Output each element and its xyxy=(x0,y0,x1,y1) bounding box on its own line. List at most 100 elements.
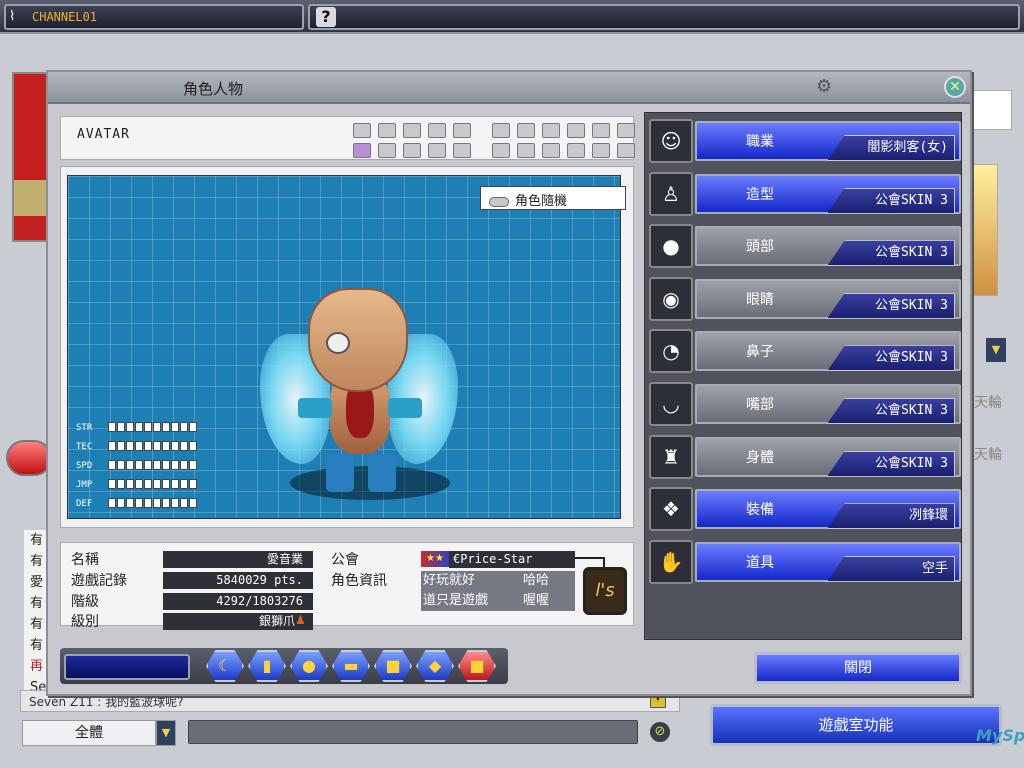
card-icon[interactable]: ▮ xyxy=(248,650,286,682)
avatar-slot[interactable] xyxy=(492,143,510,158)
appearance-item[interactable]: ◡ 嘴部 公會SKIN 3 xyxy=(649,382,961,430)
chat-icon[interactable]: ● xyxy=(290,650,328,682)
avatar-slot[interactable] xyxy=(428,123,446,138)
appearance-value: 公會SKIN 3 xyxy=(827,450,955,477)
guild-info-label: 角色資訊 xyxy=(331,573,387,589)
box-icon[interactable]: ■ xyxy=(374,650,412,682)
appearance-item[interactable]: ● 頭部 公會SKIN 3 xyxy=(649,224,961,272)
appearance-bar[interactable]: 鼻子 公會SKIN 3 xyxy=(695,331,961,372)
character-preview: 角色隨機 STR TEC SPD JMP DEF xyxy=(60,166,634,528)
rank-value: 銀獅爪 xyxy=(163,613,313,630)
nose-icon: ◔ xyxy=(649,329,693,374)
folder-icon[interactable]: ▬ xyxy=(332,650,370,682)
eyes-icon: ◉ xyxy=(649,276,693,321)
avatar-slot[interactable] xyxy=(617,123,635,138)
avatar-slot[interactable] xyxy=(542,143,560,158)
stat-pip xyxy=(144,479,152,489)
appearance-item[interactable]: ♜ 身體 公會SKIN 3 xyxy=(649,434,961,483)
stat-pip xyxy=(117,460,125,470)
appearance-bar[interactable]: 道具 空手 xyxy=(695,541,961,582)
avatar-label: AVATAR xyxy=(77,127,130,142)
appearance-bar[interactable]: 嘴部 公會SKIN 3 xyxy=(695,384,961,424)
toolbar-field[interactable] xyxy=(64,654,190,680)
head-icon: ● xyxy=(649,224,693,269)
avatar-slot[interactable] xyxy=(353,123,371,138)
stat-pip xyxy=(189,498,197,508)
avatar-slot[interactable] xyxy=(378,143,396,158)
stat-pip xyxy=(171,479,179,489)
avatar-slot[interactable] xyxy=(542,123,560,138)
wheel-label: 天輪 xyxy=(974,395,1002,411)
appearance-bar[interactable]: 職業 闇影刺客(女) xyxy=(695,121,961,161)
avatar-slot[interactable] xyxy=(517,123,535,138)
avatar-slot[interactable] xyxy=(492,123,510,138)
preview-grid: 角色隨機 STR TEC SPD JMP DEF xyxy=(67,175,626,519)
appearance-item[interactable]: ☺ 職業 闇影刺客(女) xyxy=(649,119,961,167)
appearance-bar[interactable]: 裝備 冽鋒環 xyxy=(695,489,961,530)
avatar-slot[interactable] xyxy=(517,143,535,158)
random-character-toggle[interactable]: 角色隨機 xyxy=(480,186,626,210)
avatar-slot[interactable] xyxy=(353,143,371,158)
guild-msg-2: 哈哈 xyxy=(523,573,550,588)
room-dropdown-icon[interactable]: ▼ xyxy=(986,338,1006,362)
chat-target-select[interactable]: 全體 xyxy=(22,720,156,746)
avatar-slot[interactable] xyxy=(403,143,421,158)
random-label: 角色隨機 xyxy=(515,194,568,209)
avatar-slot[interactable] xyxy=(378,123,396,138)
bag-icon[interactable]: ◆ xyxy=(416,650,454,682)
stat-pip xyxy=(189,460,197,470)
stat-pip xyxy=(135,422,143,432)
appearance-value: 冽鋒環 xyxy=(827,503,955,530)
character-dialog: 角色人物 ⚙ ✕ AVATAR 角色隨機 STR TEC SPD JMP DEF 名稱 xyxy=(46,70,972,696)
avatar-slot[interactable] xyxy=(428,143,446,158)
body-icon: ♜ xyxy=(649,434,693,479)
close-icon[interactable]: ✕ xyxy=(944,76,966,98)
appearance-bar[interactable]: 造型 公會SKIN 3 xyxy=(695,173,961,214)
appearance-item[interactable]: ◔ 鼻子 公會SKIN 3 xyxy=(649,329,961,377)
stat-label: TEC xyxy=(76,441,93,452)
appearance-value: 公會SKIN 3 xyxy=(827,398,955,424)
avatar-slot[interactable] xyxy=(403,123,421,138)
moon-icon[interactable]: ☾ xyxy=(206,650,244,682)
top-bar: ⌇ CHANNEL01 ? xyxy=(0,0,1024,34)
avatar-slot[interactable] xyxy=(617,143,635,158)
stat-pip xyxy=(126,498,134,508)
avatar-slot[interactable] xyxy=(592,143,610,158)
chat-input[interactable] xyxy=(188,720,638,744)
guild-msg-4: 喔喔 xyxy=(523,593,550,608)
send-button[interactable]: ⊘ xyxy=(648,720,672,744)
avatar-slot[interactable] xyxy=(567,123,585,138)
right-cuff xyxy=(388,398,422,418)
appearance-item[interactable]: ◉ 眼睛 公會SKIN 3 xyxy=(649,276,961,325)
appearance-item[interactable]: ✋ 道具 空手 xyxy=(649,539,961,588)
stat-pip xyxy=(153,498,161,508)
stat-pip xyxy=(126,460,134,470)
avatar-slot[interactable] xyxy=(567,143,585,158)
channel-indicator[interactable]: ⌇ CHANNEL01 xyxy=(4,4,304,30)
pulse-icon: ⌇ xyxy=(9,9,16,24)
flag-icon[interactable]: ■ xyxy=(458,650,496,682)
appearance-bar[interactable]: 頭部 公會SKIN 3 xyxy=(695,226,961,267)
close-button[interactable]: 關閉 xyxy=(754,652,962,684)
hand-icon: ✋ xyxy=(649,539,693,584)
appearance-label: 身體 xyxy=(746,449,774,466)
avatar-slot[interactable] xyxy=(592,123,610,138)
toggle-icon[interactable] xyxy=(489,196,509,207)
dialog-titlebar[interactable]: 角色人物 ⚙ ✕ xyxy=(48,72,970,104)
stat-pip xyxy=(117,422,125,432)
appearance-item[interactable]: ❖ 裝備 冽鋒環 xyxy=(649,487,961,535)
room-function-button[interactable]: 遊戲室功能 xyxy=(710,704,1002,746)
appearance-bar[interactable]: 身體 公會SKIN 3 xyxy=(695,436,961,477)
avatar-slot[interactable] xyxy=(453,123,471,138)
appearance-item[interactable]: ♙ 造型 公會SKIN 3 xyxy=(649,171,961,220)
stat-pip xyxy=(108,422,116,432)
appearance-bar[interactable]: 眼睛 公會SKIN 3 xyxy=(695,278,961,319)
stat-pip xyxy=(135,479,143,489)
chevron-down-icon[interactable]: ▼ xyxy=(156,720,176,746)
guild-emblem[interactable]: l's xyxy=(583,567,627,615)
help-icon[interactable]: ? xyxy=(316,7,336,27)
record-label: 遊戲記錄 xyxy=(71,573,127,589)
stat-row: JMP xyxy=(76,479,198,493)
avatar-slot[interactable] xyxy=(453,143,471,158)
guild-label: 公會 xyxy=(331,552,359,568)
